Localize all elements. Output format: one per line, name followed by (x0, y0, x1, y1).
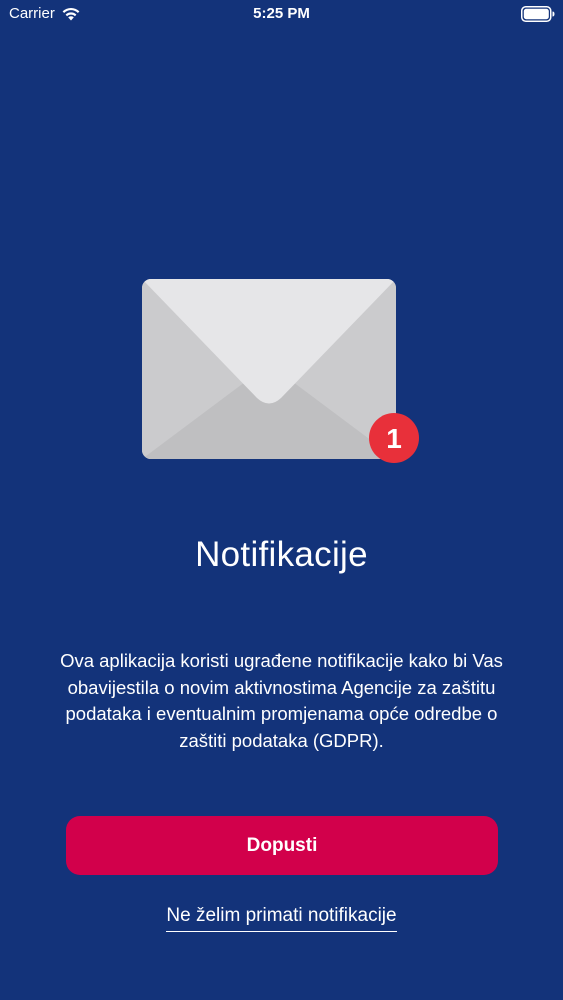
description-text: Ova aplikacija koristi ugrađene notifika… (60, 650, 503, 751)
badge-count: 1 (386, 423, 402, 454)
allow-notifications-button[interactable]: Dopusti (66, 816, 498, 875)
decline-notifications-label: Ne želim primati notifikacije (166, 905, 397, 932)
page-title: Notifikacije (195, 535, 368, 574)
status-time: 5:25 PM (253, 5, 310, 22)
envelope-icon: 1 (142, 279, 419, 463)
battery-icon (521, 6, 555, 22)
notification-badge: 1 (369, 413, 419, 463)
status-bar: Carrier 5:25 PM (0, 0, 563, 30)
decline-notifications-link[interactable]: Ne želim primati notifikacije (0, 905, 563, 932)
